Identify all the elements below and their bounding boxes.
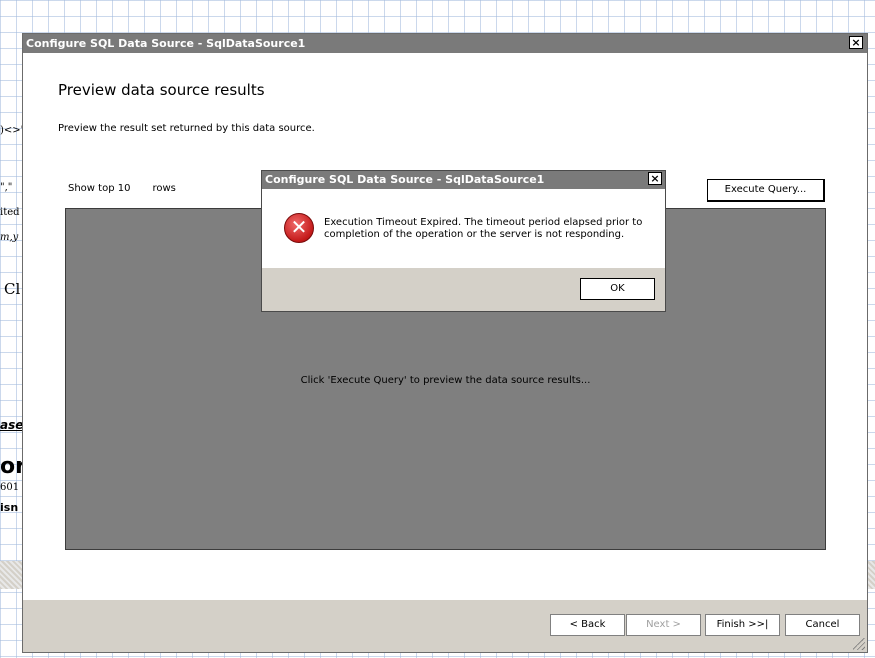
- close-icon[interactable]: ×: [648, 172, 662, 185]
- next-button[interactable]: Next >: [626, 614, 701, 636]
- error-dialog-footer: OK: [262, 268, 665, 311]
- bg-fragment: isn: [0, 501, 19, 514]
- bg-fragment: Cl: [4, 280, 21, 298]
- cancel-button[interactable]: Cancel: [785, 614, 860, 636]
- error-icon: ✕: [284, 213, 314, 243]
- page-description: Preview the result set returned by this …: [58, 123, 315, 134]
- back-button[interactable]: < Back: [550, 614, 625, 636]
- bg-fragment: 601: [0, 482, 20, 493]
- rows-label: rows: [152, 183, 176, 194]
- error-dialog: Configure SQL Data Source - SqlDataSourc…: [261, 170, 666, 312]
- bg-fragment: m,y: [0, 232, 19, 243]
- error-message: Execution Timeout Expired. The timeout p…: [324, 217, 643, 240]
- finish-button[interactable]: Finish >>|: [705, 614, 780, 636]
- ok-button[interactable]: OK: [580, 278, 655, 300]
- error-dialog-titlebar[interactable]: Configure SQL Data Source - SqlDataSourc…: [262, 171, 665, 189]
- page-heading: Preview data source results: [58, 81, 265, 99]
- dialog-title: Configure SQL Data Source - SqlDataSourc…: [26, 37, 306, 50]
- results-hint: Click 'Execute Query' to preview the dat…: [300, 375, 591, 386]
- show-top-rows: Show top 10 rows: [68, 183, 198, 194]
- dialog-titlebar[interactable]: Configure SQL Data Source - SqlDataSourc…: [23, 34, 867, 53]
- wizard-footer: < Back Next > Finish >>| Cancel: [23, 600, 867, 652]
- bg-fragment: ase: [0, 418, 24, 432]
- execute-query-button[interactable]: Execute Query...: [707, 179, 825, 202]
- error-dialog-title: Configure SQL Data Source - SqlDataSourc…: [265, 173, 545, 186]
- resize-grip-icon[interactable]: [853, 638, 865, 650]
- show-top-label: Show top 10: [68, 183, 131, 194]
- bg-fragment: ",": [0, 182, 13, 193]
- configure-datasource-dialog: Configure SQL Data Source - SqlDataSourc…: [22, 33, 868, 653]
- close-icon[interactable]: ×: [849, 36, 863, 49]
- bg-fragment: ited: [0, 207, 20, 218]
